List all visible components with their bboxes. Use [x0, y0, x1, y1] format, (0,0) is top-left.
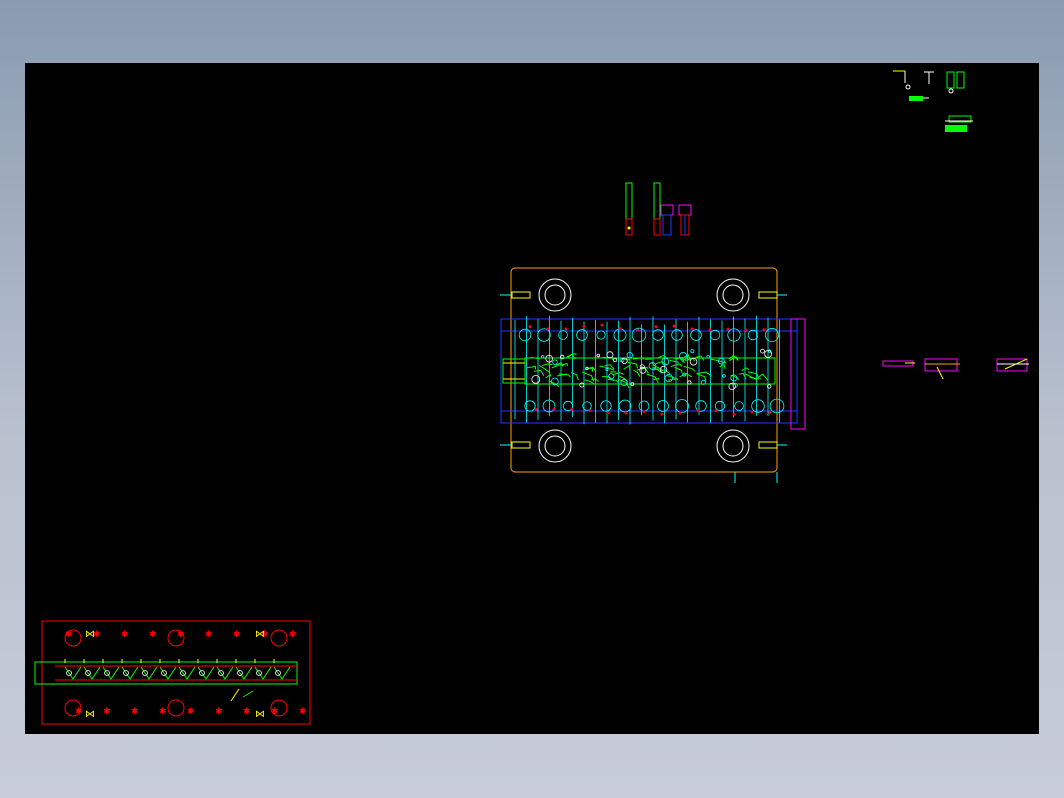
- svg-text:✱: ✱: [187, 707, 195, 717]
- svg-text:✱: ✱: [177, 630, 185, 640]
- svg-text:✱: ✱: [65, 630, 73, 640]
- svg-text:✱: ✱: [299, 707, 307, 717]
- svg-text:✱: ✱: [289, 630, 297, 640]
- svg-text:✱: ✱: [233, 630, 241, 640]
- svg-text:⋈: ⋈: [255, 629, 265, 640]
- svg-text:✱: ✱: [75, 707, 83, 717]
- svg-text:⋈: ⋈: [85, 629, 95, 640]
- svg-text:✱: ✱: [131, 707, 139, 717]
- punch-detail-views: [625, 182, 692, 236]
- die-assembly-plan-view: [500, 267, 806, 483]
- svg-text:✱: ✱: [243, 707, 251, 717]
- part-detail-views: [893, 70, 973, 132]
- side-section-views: [882, 358, 1029, 380]
- strip-layout-view: ✱✱✱✱✱✱✱✱✱✱✱✱✱✱✱✱✱✱⋈ ⋈⋈ ⋈: [34, 620, 311, 725]
- svg-text:✱: ✱: [215, 707, 223, 717]
- svg-text:✱: ✱: [271, 707, 279, 717]
- cad-drawing-viewport[interactable]: ✱ ✱ ✱ ✱ ✱ ✱ ✱ ✱ ✱ ✱ ✱ ✱ ✱ ✱ ✱ ✱ ✱ ✱ ⋈ ⋈ ⋈ ⋈: [25, 63, 1039, 734]
- drawing-canvas[interactable]: ✱✱✱✱✱✱✱✱✱✱✱✱✱✱✱✱✱✱⋈ ⋈⋈ ⋈: [25, 63, 1039, 734]
- svg-text:⋈: ⋈: [85, 709, 95, 720]
- svg-text:✱: ✱: [121, 630, 129, 640]
- svg-text:✱: ✱: [205, 630, 213, 640]
- svg-text:✱: ✱: [103, 707, 111, 717]
- svg-text:⋈: ⋈: [255, 709, 265, 720]
- svg-text:✱: ✱: [149, 630, 157, 640]
- svg-text:✱: ✱: [159, 707, 167, 717]
